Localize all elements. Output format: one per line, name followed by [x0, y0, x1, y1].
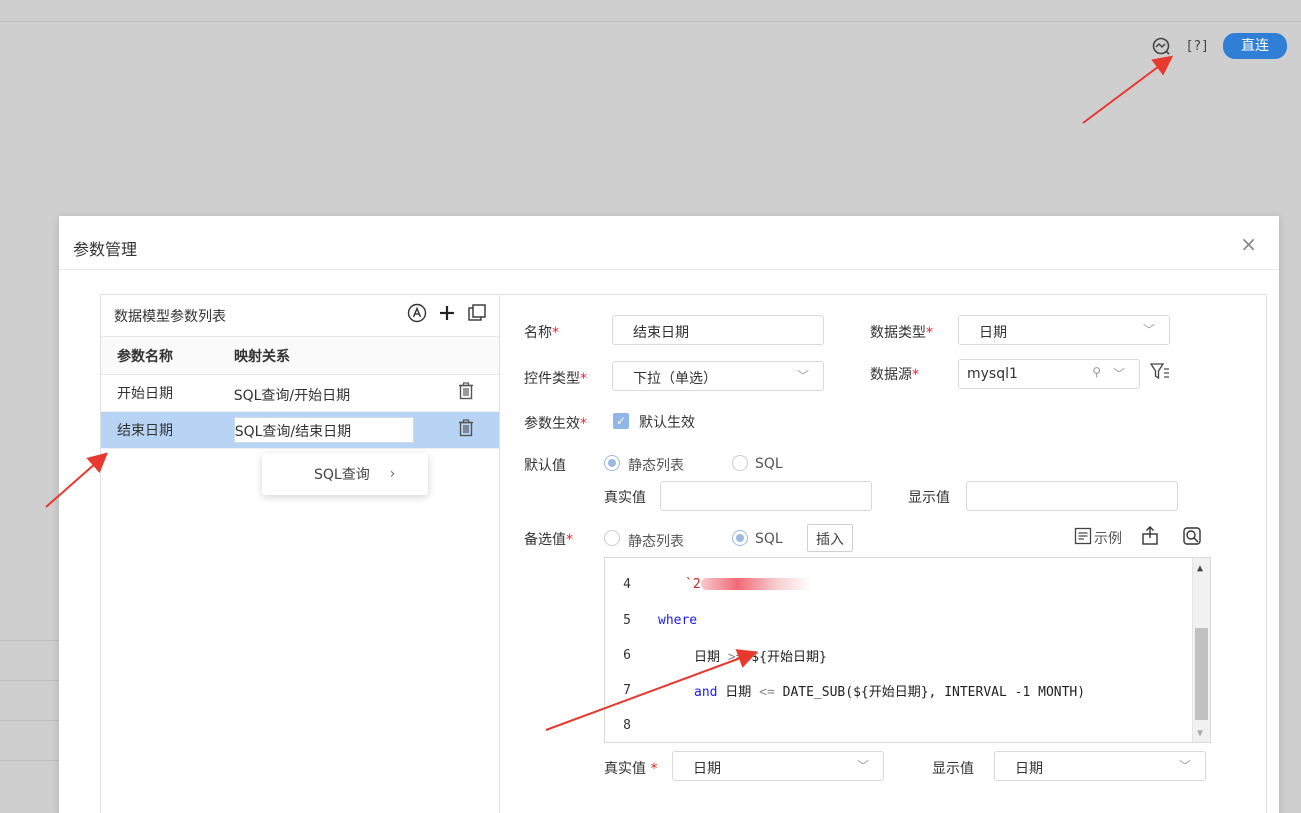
annotation-arrow: [45, 452, 109, 508]
annotation-arrow: [545, 649, 758, 731]
annotation-arrow: [1082, 55, 1174, 124]
annotation-arrows: [45, 55, 1174, 731]
